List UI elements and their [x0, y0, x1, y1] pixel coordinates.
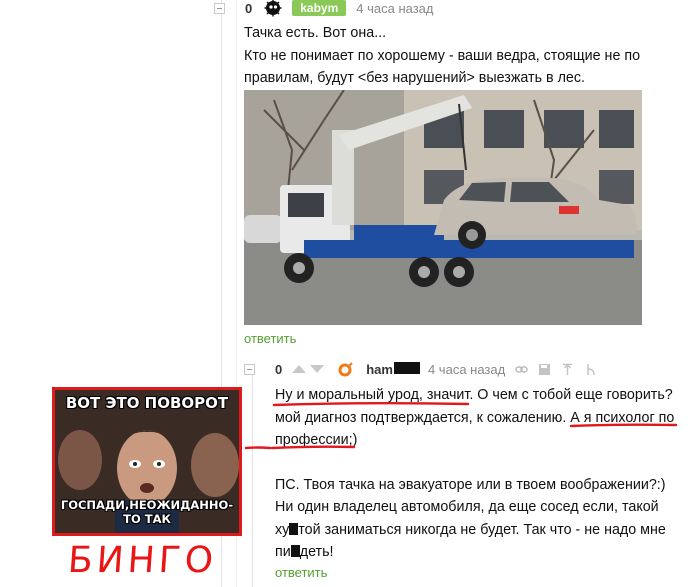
tow-truck-photo[interactable]: [244, 90, 642, 325]
collapse-button[interactable]: [244, 363, 255, 375]
reply-link[interactable]: ответить: [244, 331, 296, 346]
comment-line: Кто не понимает по хорошему - ваши ведра…: [244, 47, 641, 64]
thread-rail: [252, 370, 253, 587]
comment-line: мой диагноз подтверждается, к сожалению.…: [275, 409, 675, 426]
meme-image: ВОТ ЭТО ПОВОРОТ ГОСПАДИ,НЕОЖИДАННО-ТО ТА…: [52, 387, 242, 536]
censor-blot: [289, 522, 299, 535]
comment-line: ПС. Твоя тачка на эвакуаторе или в твоем…: [275, 476, 666, 493]
meme-bottom-caption: ГОСПАДИ,НЕОЖИДАННО-ТО ТАК: [60, 498, 234, 526]
comment-line: Тачка есть. Вот она...: [244, 25, 387, 41]
link-icon[interactable]: [515, 363, 528, 376]
comment-rating: 0: [245, 0, 253, 16]
pin-icon[interactable]: [561, 363, 574, 376]
bingo-annotation: БИНГО: [66, 540, 219, 581]
downvote-icon[interactable]: [310, 365, 325, 373]
collapse-button[interactable]: [214, 2, 225, 14]
comment-line: пи деть!: [275, 544, 334, 560]
author-badge[interactable]: kabym: [292, 0, 347, 16]
black-fluffy-avatar-icon[interactable]: [264, 0, 282, 17]
comment-rating: 0: [275, 361, 283, 377]
comment-time[interactable]: 4 часа назад: [356, 1, 433, 16]
comment-line: Ну и моральный урод, значит. О чем с тоб…: [275, 387, 673, 403]
comment-line: Ни один владелец автомобиля, да еще сосе…: [275, 499, 659, 515]
upvote-icon[interactable]: [292, 365, 307, 373]
censor-blot: [290, 545, 300, 557]
comment-header: 0 kabym 4 часа назад: [214, 0, 434, 17]
thread-icon[interactable]: [584, 363, 597, 376]
reply-link[interactable]: ответить: [275, 565, 327, 580]
comment-line: ху той заниматься никогда не будет. Так ч…: [275, 521, 666, 538]
comment-header: 0 ham 4 часа назад: [244, 361, 597, 377]
comment-time[interactable]: 4 часа назад: [428, 362, 505, 377]
orange-avatar-icon[interactable]: [338, 361, 354, 377]
comment-line: профессии;): [275, 432, 358, 448]
comment-author[interactable]: ham: [366, 361, 420, 377]
save-icon[interactable]: [538, 363, 551, 376]
comment-body: Тачка есть. Вот она... Кто не понимает п…: [244, 22, 664, 90]
comment-line: правилам, будут <без нарушений> выезжать…: [244, 70, 586, 86]
comment-body: Ну и моральный урод, значит. О чем с тоб…: [275, 384, 695, 564]
meme-top-caption: ВОТ ЭТО ПОВОРОТ: [65, 394, 229, 412]
redaction: [393, 361, 420, 374]
